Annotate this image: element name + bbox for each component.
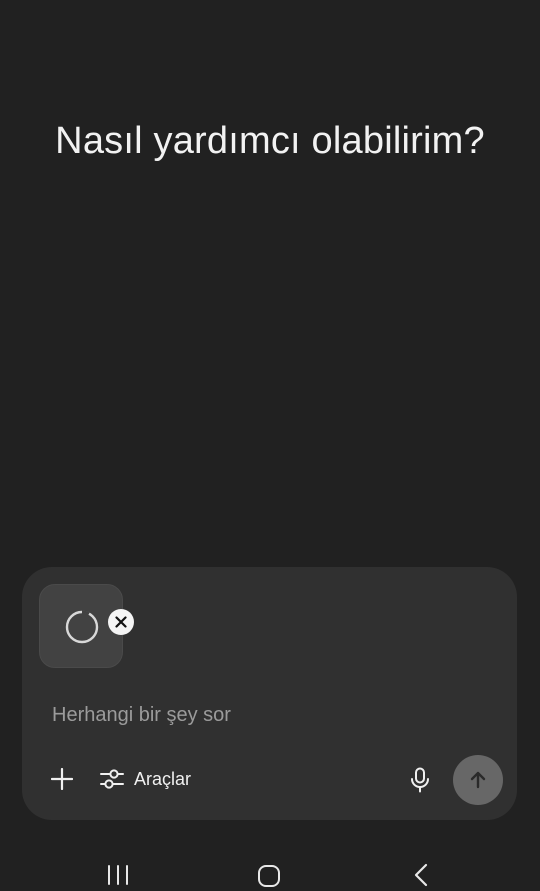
- home-icon[interactable]: [257, 864, 281, 888]
- tools-button[interactable]: Araçlar: [100, 764, 191, 794]
- close-icon: [115, 616, 127, 628]
- attachment-thumbnail[interactable]: [39, 584, 134, 668]
- prompt-input[interactable]: [52, 700, 472, 730]
- system-navigation-bar: [0, 850, 540, 891]
- sliders-icon: [100, 769, 124, 789]
- tools-label: Araçlar: [134, 768, 192, 789]
- send-button[interactable]: [453, 755, 503, 805]
- microphone-button[interactable]: [407, 766, 433, 794]
- plus-icon: [51, 768, 73, 790]
- add-button[interactable]: [48, 765, 76, 793]
- page-title: Nasıl yardımcı olabilirim?: [55, 120, 485, 162]
- microphone-icon: [411, 767, 429, 793]
- arrow-up-icon: [470, 771, 486, 789]
- recents-icon[interactable]: [106, 865, 130, 885]
- back-icon[interactable]: [412, 863, 430, 887]
- message-composer: Araçlar: [22, 567, 517, 820]
- chat-screen: Nasıl yardımcı olabilirim? Herhangi bir …: [0, 0, 540, 891]
- remove-attachment-button[interactable]: [108, 609, 134, 635]
- loading-spinner-icon: [65, 610, 99, 644]
